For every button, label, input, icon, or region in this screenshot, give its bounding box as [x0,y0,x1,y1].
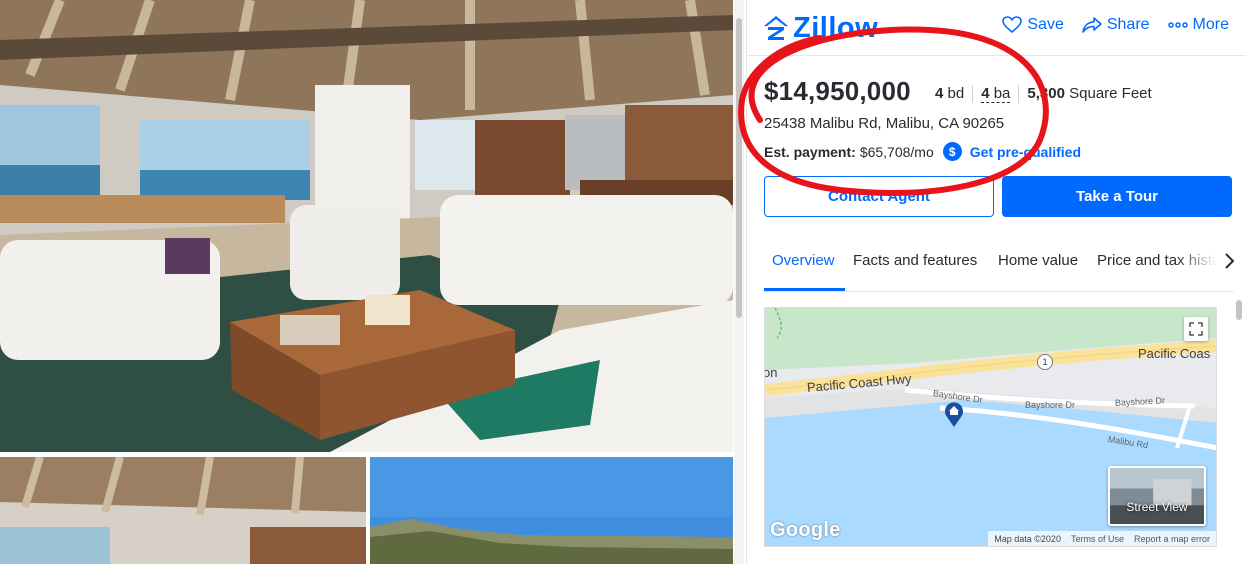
dollar-icon: $ [942,142,962,161]
home-location-pin-icon[interactable] [943,400,965,428]
map-label-bayshore-2: Bayshore Dr [1025,400,1076,410]
listing-detail-panel: Zillow Save Share More $14,950,000 4 bd … [746,0,1246,564]
tab-overview[interactable]: Overview [772,252,835,269]
expand-icon [1189,322,1203,336]
baths-fact[interactable]: 4 ba [972,85,1018,103]
save-button[interactable]: Save [1002,16,1064,34]
baths-unit: ba [993,85,1011,102]
map-footer: Map data ©2020 Terms of Use Report a map… [988,531,1216,546]
baths-value: 4 [981,85,990,102]
thumbnail-photo-interior[interactable] [0,457,366,564]
listing-address: 25438 Malibu Rd, Malibu, CA 90265 [764,115,1005,132]
thumbnail-photo-exterior[interactable] [370,457,733,564]
ellipsis-icon [1167,22,1188,28]
est-payment-value: $65,708/mo [859,143,934,160]
more-label: More [1192,16,1229,33]
sqft-fact: 5,300 Square Feet [1018,85,1159,103]
panel-header: Zillow Save Share More [747,0,1246,56]
map-data-credit: Map data ©2020 [994,533,1061,544]
heart-icon [1002,16,1023,34]
take-a-tour-button[interactable]: Take a Tour [1002,176,1232,217]
panel-scrollbar[interactable] [1232,56,1246,564]
more-button[interactable]: More [1167,16,1229,34]
sqft-value: 5,300 [1027,85,1065,102]
contact-agent-button[interactable]: Contact Agent [764,176,994,217]
map-fullscreen-button[interactable] [1184,317,1208,341]
detail-tabs: Overview Facts and features Home value P… [764,242,1235,292]
tab-facts-and-features[interactable]: Facts and features [853,252,977,269]
active-tab-indicator [764,288,845,291]
location-map[interactable]: 1 Pacific Coas on Pacific Coast Hwy Bays… [764,307,1217,547]
route-1-badge: 1 [1037,354,1053,370]
main-photo-living-room[interactable] [0,0,733,452]
terms-of-use-link[interactable]: Terms of Use [1071,534,1124,544]
street-view-button[interactable]: Street View [1108,466,1206,526]
google-logo: Google [770,519,841,541]
brand-name: Zillow [793,11,879,44]
listing-price: $14,950,000 [764,76,911,106]
share-icon [1082,17,1102,33]
map-label-pch-right: Pacific Coas [1138,346,1211,361]
get-prequalified-link[interactable]: Get pre-qualified [970,144,1081,160]
zillow-logo[interactable]: Zillow [763,11,878,45]
listing-facts: 4 bd 4 ba 5,300 Square Feet [927,85,1160,103]
beds-unit: bd [947,85,965,102]
tab-home-value[interactable]: Home value [998,252,1078,269]
share-button[interactable]: Share [1082,16,1150,34]
gallery-scrollbar[interactable] [734,0,744,564]
sqft-unit: Square Feet [1069,85,1152,102]
street-view-thumbnail [1110,468,1204,524]
listing-page: Zillow Save Share More $14,950,000 4 bd … [0,0,1246,564]
estimated-payment: Est. payment: $65,708/mo $ Get pre-quali… [764,142,1081,161]
beds-value: 4 [935,85,944,102]
save-label: Save [1027,16,1064,33]
beds-fact: 4 bd [927,85,972,103]
photo-gallery [0,0,744,564]
header-actions: Save Share More [1002,16,1229,34]
map-label-partial: on [764,365,778,380]
report-map-error-link[interactable]: Report a map error [1134,534,1210,544]
street-view-label: Street View [1126,500,1188,514]
share-label: Share [1106,16,1150,33]
est-payment-label: Est. payment: [764,143,856,160]
zillow-house-icon [764,16,788,40]
